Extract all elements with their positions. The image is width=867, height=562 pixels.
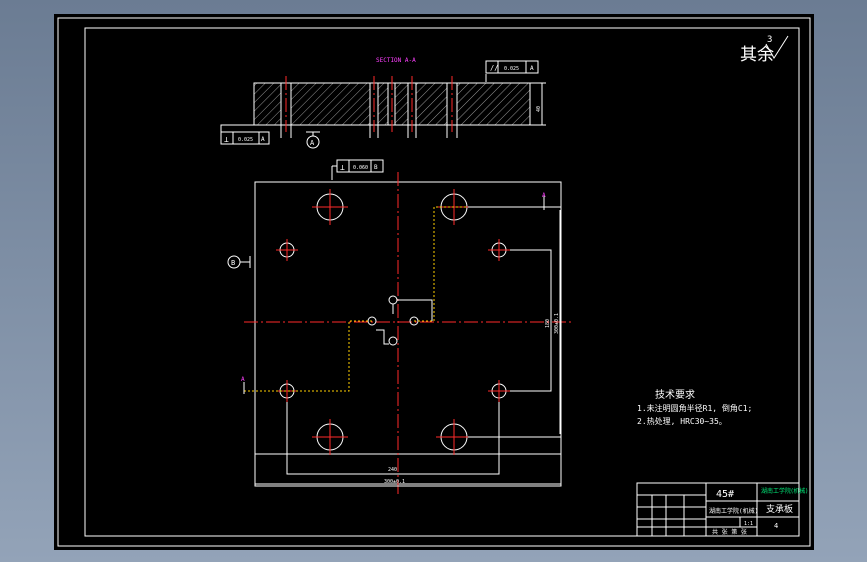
hole-large-br [436,419,472,455]
svg-text:⊥: ⊥ [340,163,345,172]
tol-perp-plate-datum: B [374,164,378,171]
tol-parallel-value: 0.025 [504,66,519,72]
hole-center-top [388,295,398,305]
tech-req-line-2: 2.热处理, HRC30~35。 [637,416,727,426]
scale-label: 1:1 [744,521,753,527]
dimensions: 240 300±0.1 180 300±0.1 [254,206,562,487]
roughness-symbol: 其余 3 [740,35,789,65]
datum-b-symbol: B [227,255,251,269]
svg-text://: // [490,64,498,72]
tol-parallel-datum: A [530,65,534,72]
cad-drawing: 其余 3 SECTION A-A // 0.025 A 40 ⊥ 0.025 A… [57,17,811,547]
tol-perp-left-datum: A [261,136,265,143]
material-label: 45# [716,489,734,500]
company-name: 湖南工学院(机械) [709,507,758,515]
hole-large-bl [312,419,348,455]
hole-large-tl [312,189,348,225]
title-block: 45# 湖南工学院(机械) 支承板 湖南工学院(机械) 1:1 4 共 张 第 … [636,482,808,537]
hole-small-tr [488,239,510,261]
cut-label-a-bottom: A [241,376,245,383]
section-cut-line: A A [241,192,546,394]
svg-text:⊥: ⊥ [224,135,229,144]
datum-b-label: B [231,259,235,267]
dim-horizontal-inner: 240 [388,467,397,473]
tol-perp-left-value: 0.025 [238,137,253,143]
tech-req-title: 技术要求 [655,388,695,401]
tolerance-frame-perp-left: ⊥ 0.025 A [220,124,270,145]
hole-small-br [488,380,510,402]
tolerance-frame-parallel: // 0.025 A [485,60,539,82]
tech-req-line-1: 1.未注明圆角半径R1, 倒角C1; [637,403,752,413]
technical-requirements: 技术要求 1.未注明圆角半径R1, 倒角C1; 2.热处理, HRC30~35。 [637,388,752,426]
tolerance-frame-perp-plate: ⊥ 0.060 B [331,159,384,180]
dim-horizontal-outer: 300±0.1 [384,479,405,485]
hole-small-bl [276,380,298,402]
company-stamp: 湖南工学院(机械) [761,487,808,495]
datum-a-symbol: A [306,131,320,149]
sheet-info: 共 张 第 张 [712,528,747,536]
drawing-sheet: 其余 3 SECTION A-A // 0.025 A 40 ⊥ 0.025 A… [54,14,814,550]
cut-label-a-top: A [542,192,546,199]
part-name: 支承板 [766,503,793,515]
roughness-value: 3 [767,35,772,45]
section-view: 40 [253,76,546,138]
datum-a-label: A [310,139,315,147]
section-label: SECTION A-A [376,57,416,64]
drawing-number: 4 [774,522,778,530]
plate-top-view [244,172,574,494]
hole-center-bottom [388,336,398,346]
dim-section-thickness: 40 [536,106,542,112]
dim-vertical-outer: 300±0.1 [554,313,560,334]
tol-perp-plate-value: 0.060 [353,165,368,171]
dim-vertical-inner: 180 [545,319,551,328]
hole-small-tl [276,239,298,261]
roughness-note: 其余 [740,45,774,65]
